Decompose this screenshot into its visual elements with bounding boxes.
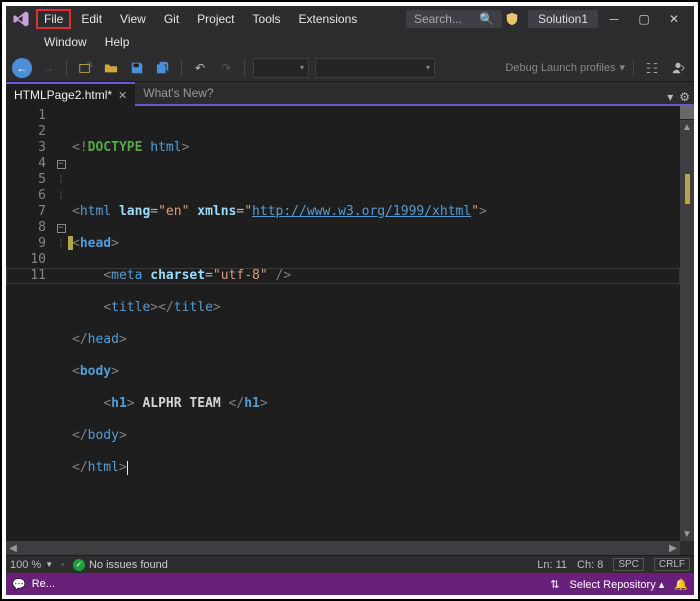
status-bar: 💬 Re... ⇅ Select Repository ▴ 🔔 bbox=[6, 573, 694, 595]
menu-bar: File Edit View Git Project Tools Extensi… bbox=[6, 6, 694, 32]
vertical-scrollbar[interactable]: ▲ ▼ bbox=[680, 106, 694, 541]
text-cursor bbox=[127, 461, 128, 475]
maximize-button[interactable]: ▢ bbox=[630, 9, 658, 29]
menu-help[interactable]: Help bbox=[97, 32, 138, 52]
issues-indicator[interactable]: ✓No issues found bbox=[73, 559, 168, 571]
platform-combo[interactable]: ▾ bbox=[315, 58, 435, 78]
menu-file[interactable]: File bbox=[36, 9, 71, 29]
hscroll-left-icon[interactable]: ◀ bbox=[6, 541, 20, 555]
config-combo[interactable]: ▾ bbox=[253, 58, 309, 78]
source-control-icon[interactable]: ⇅ bbox=[550, 578, 559, 591]
tab-whatsnew[interactable]: What's New? bbox=[135, 82, 221, 104]
redo-icon[interactable]: ↷ bbox=[216, 58, 236, 78]
menu-edit[interactable]: Edit bbox=[73, 9, 110, 29]
solution-name[interactable]: Solution1 bbox=[528, 10, 598, 28]
scroll-up-icon[interactable]: ▲ bbox=[680, 120, 694, 134]
save-all-icon[interactable] bbox=[153, 58, 173, 78]
editor-status-row: 100 %▼ • ✓No issues found Ln: 11 Ch: 8 S… bbox=[6, 555, 694, 573]
new-project-icon[interactable] bbox=[75, 58, 95, 78]
tab-whatsnew-label: What's New? bbox=[143, 86, 213, 100]
caret-col[interactable]: Ch: 8 bbox=[577, 559, 603, 571]
nav-back-button[interactable]: ← bbox=[12, 58, 32, 78]
zoom-combo[interactable]: 100 %▼ bbox=[10, 559, 53, 571]
toolbar: ← → ↶ ↷ ▾ ▾ Debug Launch profiles ▾ bbox=[6, 54, 694, 82]
close-button[interactable]: ✕ bbox=[660, 9, 688, 29]
line-ending[interactable]: CRLF bbox=[654, 558, 690, 571]
nav-fwd-button[interactable]: → bbox=[38, 58, 58, 78]
hscroll-right-icon[interactable]: ▶ bbox=[666, 541, 680, 555]
save-icon[interactable] bbox=[127, 58, 147, 78]
minimize-button[interactable]: ─ bbox=[600, 9, 628, 29]
toolbar-icon-a[interactable] bbox=[642, 58, 662, 78]
indent-mode[interactable]: SPC bbox=[613, 558, 644, 571]
vs-logo-icon bbox=[12, 10, 30, 28]
horizontal-scrollbar[interactable]: ◀ ▶ bbox=[6, 541, 694, 555]
menu-tools[interactable]: Tools bbox=[245, 9, 289, 29]
status-left[interactable]: Re... bbox=[32, 578, 55, 590]
search-input[interactable]: Search...🔍 bbox=[406, 10, 502, 28]
change-indicator-icon bbox=[685, 174, 690, 204]
debug-launch-button[interactable]: Debug Launch profiles ▾ bbox=[505, 61, 625, 74]
open-icon[interactable] bbox=[101, 58, 121, 78]
caret-line[interactable]: Ln: 11 bbox=[537, 559, 567, 571]
fold-gutter[interactable]: −¦¦ −¦ bbox=[54, 106, 68, 541]
tab-row: HTMLPage2.html* ✕ What's New? ▾ ⚙ bbox=[6, 82, 694, 106]
undo-icon[interactable]: ↶ bbox=[190, 58, 210, 78]
scroll-down-icon[interactable]: ▼ bbox=[680, 527, 694, 541]
ok-check-icon: ✓ bbox=[73, 559, 85, 571]
menu-bar-2: Window Help bbox=[6, 32, 694, 54]
notifications-icon[interactable]: 🔔 bbox=[674, 578, 688, 591]
tab-dropdown-icon[interactable]: ▾ bbox=[667, 90, 673, 104]
split-handle-icon[interactable] bbox=[680, 106, 694, 120]
line-gutter: 1234567891011 bbox=[6, 106, 54, 541]
menu-view[interactable]: View bbox=[112, 9, 154, 29]
code-editor[interactable]: 1234567891011 −¦¦ −¦ <!DOCTYPE html> <ht… bbox=[6, 106, 694, 541]
menu-window[interactable]: Window bbox=[36, 32, 95, 52]
code-area[interactable]: <!DOCTYPE html> <html lang="en" xmlns="h… bbox=[68, 106, 680, 541]
menu-extensions[interactable]: Extensions bbox=[291, 9, 366, 29]
live-share-icon[interactable] bbox=[668, 58, 688, 78]
menu-git[interactable]: Git bbox=[156, 9, 187, 29]
select-repository[interactable]: Select Repository ▴ bbox=[570, 578, 665, 591]
menu-project[interactable]: Project bbox=[189, 9, 242, 29]
admin-shield-icon bbox=[504, 11, 520, 27]
tab-active[interactable]: HTMLPage2.html* ✕ bbox=[6, 82, 135, 106]
tab-active-label: HTMLPage2.html* bbox=[14, 88, 112, 102]
output-status-icon[interactable]: 💬 bbox=[12, 578, 26, 591]
bracket-marker-icon bbox=[68, 236, 73, 250]
settings-gear-icon[interactable]: ⚙ bbox=[679, 90, 690, 104]
tab-close-icon[interactable]: ✕ bbox=[118, 89, 127, 102]
